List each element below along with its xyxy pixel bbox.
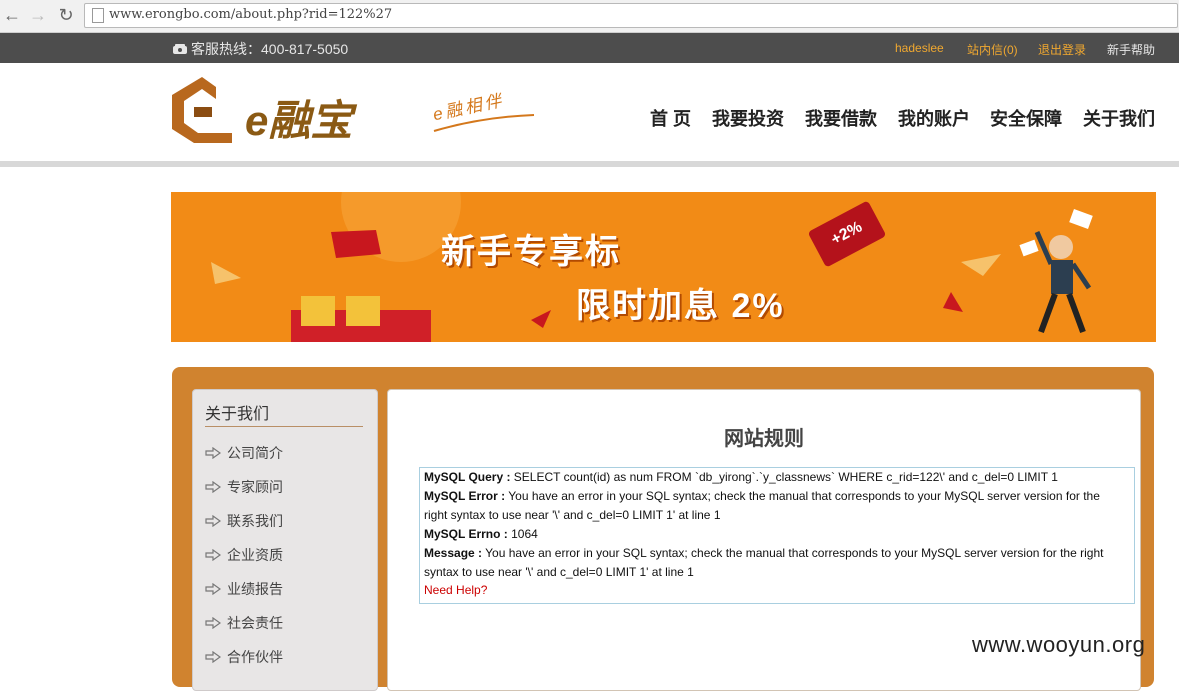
mysql-error-box: MySQL Query : SELECT count(id) as num FR… <box>419 467 1135 604</box>
banner-subtitle: 限时加息 2% <box>576 287 785 325</box>
browser-toolbar: ← → ↻ www.erongbo.com/about.php?rid=122%… <box>0 0 1179 33</box>
nav-account[interactable]: 我的账户 <box>898 105 970 131</box>
error-message-line: Message : You have an error in your SQL … <box>424 544 1124 563</box>
top-bar: 客服热线：400-817-5050 hadeslee 站内信(0) 退出登录 新… <box>0 33 1179 63</box>
page-title: 网站规则 <box>724 428 804 450</box>
arrow-right-icon <box>205 549 221 561</box>
reload-icon[interactable]: ↻ <box>56 5 76 25</box>
sidebar-item-label: 合作伙伴 <box>227 649 283 665</box>
help-link[interactable]: 新手帮助 <box>1107 41 1155 58</box>
sidebar-item-label: 专家顾问 <box>227 479 283 495</box>
error-text: You have an error in your SQL syntax; ch… <box>505 489 1100 503</box>
arrow-right-icon <box>205 617 221 629</box>
arrow-right-icon <box>205 583 221 595</box>
logo-icon[interactable] <box>172 77 234 143</box>
sidebar-divider <box>205 426 363 427</box>
error-query-line: MySQL Query : SELECT count(id) as num FR… <box>424 468 1124 487</box>
address-bar[interactable]: www.erongbo.com/about.php?rid=122%27 <box>84 3 1178 28</box>
site-header: e融宝 e融相伴 首 页 我要投资 我要借款 我的账户 安全保障 关于我们 <box>0 63 1179 161</box>
nav-invest[interactable]: 我要投资 <box>712 105 784 131</box>
messages-link[interactable]: 站内信(0) <box>967 41 1018 58</box>
logout-link[interactable]: 退出登录 <box>1038 41 1086 58</box>
phone-icon <box>173 44 187 54</box>
sidebar-item-label: 联系我们 <box>227 513 283 529</box>
sidebar-item-partners[interactable]: 合作伙伴 <box>205 646 283 668</box>
page-icon <box>92 8 104 23</box>
watermark: www.wooyun.org <box>972 632 1146 657</box>
sidebar-item-report[interactable]: 业绩报告 <box>205 578 283 600</box>
error-message-line-2: syntax to use near '\' and c_del=0 LIMIT… <box>424 565 694 579</box>
url-text: www.erongbo.com/about.php?rid=122%27 <box>109 7 393 22</box>
sidebar-item-label: 企业资质 <box>227 547 283 563</box>
error-errno-line: MySQL Errno : 1064 <box>424 525 1124 544</box>
arrow-right-icon <box>205 515 221 527</box>
sidebar: 关于我们 公司简介 专家顾问 联系我们 企业资质 业绩报告 社会责任 合作伙伴 <box>192 389 378 691</box>
header-divider <box>0 161 1179 167</box>
nav-about[interactable]: 关于我们 <box>1083 105 1155 131</box>
message-label: Message : <box>424 546 483 560</box>
sidebar-item-label: 社会责任 <box>227 615 283 631</box>
errno-label: MySQL Errno : <box>424 527 508 541</box>
arrow-right-icon <box>205 481 221 493</box>
query-text: SELECT count(id) as num FROM `db_yirong`… <box>510 470 1058 484</box>
hotline: 客服热线：400-817-5050 <box>173 39 348 59</box>
sidebar-title: 关于我们 <box>205 406 270 423</box>
slogan-swoosh <box>433 114 535 132</box>
error-label: MySQL Error : <box>424 489 506 503</box>
query-label: MySQL Query : <box>424 470 511 484</box>
sidebar-item-label: 业绩报告 <box>227 581 283 597</box>
nav-home[interactable]: 首 页 <box>650 105 691 131</box>
message-text: You have an error in your SQL syntax; ch… <box>482 546 1104 560</box>
errno-text: 1064 <box>507 527 538 541</box>
logo-text[interactable]: e融宝 <box>245 87 352 148</box>
sidebar-item-label: 公司简介 <box>227 445 283 461</box>
error-error-line: MySQL Error : You have an error in your … <box>424 487 1124 506</box>
nav-security[interactable]: 安全保障 <box>990 105 1062 131</box>
sidebar-item-responsibility[interactable]: 社会责任 <box>205 612 283 634</box>
need-help-link[interactable]: Need Help? <box>424 583 487 597</box>
banner-title: 新手专享标 <box>441 233 621 271</box>
nav-borrow[interactable]: 我要借款 <box>805 105 877 131</box>
back-icon[interactable]: ← <box>2 5 22 25</box>
forward-icon[interactable]: → <box>28 5 48 25</box>
promo-banner[interactable]: 新手专享标 限时加息 2% +2% <box>171 192 1156 342</box>
error-error-line-2: right syntax to use near '\' and c_del=0… <box>424 508 721 522</box>
sidebar-item-company[interactable]: 公司简介 <box>205 442 283 464</box>
username-link[interactable]: hadeslee <box>895 41 944 55</box>
arrow-right-icon <box>205 651 221 663</box>
arrow-right-icon <box>205 447 221 459</box>
sidebar-item-qualification[interactable]: 企业资质 <box>205 544 283 566</box>
hotline-text: 客服热线：400-817-5050 <box>191 41 349 57</box>
sidebar-item-contact[interactable]: 联系我们 <box>205 510 283 532</box>
sidebar-item-experts[interactable]: 专家顾问 <box>205 476 283 498</box>
